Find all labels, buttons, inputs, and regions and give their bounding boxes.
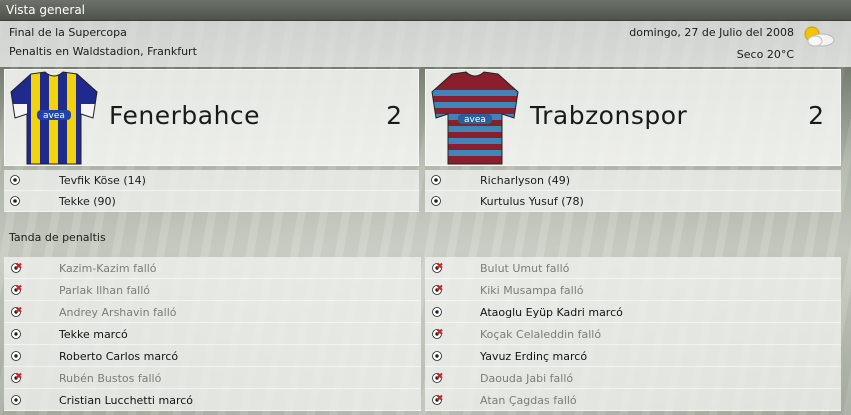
home-scorer[interactable]: Tekke (90) (59, 195, 116, 208)
date-label: domingo, 27 de Julio del 2008 (629, 26, 794, 39)
home-penalty-row: Parlak Ilhan falló (4, 279, 421, 301)
away-penalty-taker[interactable]: Kiki Musampa falló (480, 284, 584, 297)
away-penalty-taker[interactable]: Yavuz Erdinç marcó (480, 350, 587, 363)
away-scorer-row: Richarlyson (49) (425, 170, 841, 191)
goal-ball-icon (431, 196, 441, 206)
match-info-panel: Final de la Supercopa Penaltis en Waldst… (0, 21, 851, 67)
away-team-name[interactable]: Trabzonspor (530, 101, 687, 130)
svg-text:avea: avea (43, 111, 65, 121)
home-team-panel: avea Fenerbahce 2 Tevfik Köse (14) Tekke… (4, 69, 419, 214)
penalty-missed-icon (11, 372, 22, 383)
away-penalty-taker[interactable]: Ataoglu Eyüp Kadri marcó (480, 306, 623, 319)
penalty-scored-icon (11, 395, 21, 405)
penalty-missed-icon (432, 394, 443, 405)
home-shootout-list: Kazim-Kazim falló Parlak Ilhan falló Andre… (4, 257, 421, 411)
away-scorer[interactable]: Kurtulus Yusuf (78) (480, 195, 584, 208)
away-penalty-row: Kiki Musampa falló (425, 279, 841, 301)
goal-ball-icon (10, 175, 20, 185)
goal-ball-icon (431, 175, 441, 185)
home-team-header: avea Fenerbahce 2 (4, 69, 419, 166)
home-penalty-taker[interactable]: Kazim-Kazim falló (59, 262, 157, 275)
away-penalty-row: Ataoglu Eyüp Kadri marcó (425, 301, 841, 323)
window-title: Vista general (0, 0, 851, 21)
penalty-missed-icon (432, 328, 443, 339)
away-team-score: 2 (808, 101, 824, 130)
home-penalty-taker[interactable]: Parlak Ilhan falló (59, 284, 150, 297)
home-scorer[interactable]: Tevfik Köse (14) (59, 174, 146, 187)
away-penalty-row: Bulut Umut falló (425, 257, 841, 279)
away-penalty-taker[interactable]: Bulut Umut falló (480, 262, 569, 275)
penalty-missed-icon (11, 262, 22, 273)
home-penalty-row: Cristian Lucchetti marcó (4, 389, 421, 411)
away-scorer[interactable]: Richarlyson (49) (480, 174, 570, 187)
home-penalty-taker[interactable]: Rubén Bustos falló (59, 372, 161, 385)
home-penalty-row: Tekke marcó (4, 323, 421, 345)
shootout-title: Tanda de penaltis (9, 231, 106, 244)
partly-cloudy-icon (804, 26, 835, 47)
penalty-missed-icon (432, 372, 443, 383)
penalty-missed-icon (432, 262, 443, 273)
away-penalty-taker[interactable]: Atan Çagdas falló (480, 394, 577, 407)
away-penalty-row: Koçak Celaleddin falló (425, 323, 841, 345)
penalty-scored-icon (432, 351, 442, 361)
away-penalty-taker[interactable]: Daouda Jabi falló (480, 372, 573, 385)
home-penalty-taker[interactable]: Roberto Carlos marcó (59, 350, 178, 363)
home-penalty-row: Roberto Carlos marcó (4, 345, 421, 367)
away-penalty-taker[interactable]: Koçak Celaleddin falló (480, 328, 601, 341)
away-team-panel: avea Trabzonspor 2 Richarlyson (49) Kurt… (425, 69, 841, 214)
svg-text:avea: avea (464, 115, 486, 125)
home-penalty-row: Rubén Bustos falló (4, 367, 421, 389)
home-team-score: 2 (386, 101, 402, 130)
home-shirt-icon: avea (10, 71, 98, 165)
away-team-header: avea Trabzonspor 2 (425, 69, 841, 166)
competition-label: Final de la Supercopa (9, 26, 127, 39)
home-penalty-row: Andrey Arshavin falló (4, 301, 421, 323)
away-shirt-icon: avea (431, 71, 519, 165)
away-penalty-row: Yavuz Erdinç marcó (425, 345, 841, 367)
home-scorer-row: Tevfik Köse (14) (4, 170, 419, 191)
home-penalty-row: Kazim-Kazim falló (4, 257, 421, 279)
home-scorer-row: Tekke (90) (4, 191, 419, 212)
venue-label: Penaltis en Waldstadion, Frankfurt (9, 45, 197, 58)
away-penalty-row: Daouda Jabi falló (425, 367, 841, 389)
penalty-scored-icon (11, 329, 21, 339)
home-penalty-taker[interactable]: Tekke marcó (59, 328, 128, 341)
penalty-scored-icon (11, 351, 21, 361)
home-team-name[interactable]: Fenerbahce (109, 101, 260, 130)
penalty-missed-icon (11, 284, 22, 295)
goal-ball-icon (10, 196, 20, 206)
penalty-missed-icon (432, 284, 443, 295)
home-penalty-taker[interactable]: Andrey Arshavin falló (59, 306, 177, 319)
home-penalty-taker[interactable]: Cristian Lucchetti marcó (59, 394, 193, 407)
away-scorer-row: Kurtulus Yusuf (78) (425, 191, 841, 212)
away-shootout-list: Bulut Umut falló Kiki Musampa falló Ataogl… (425, 257, 841, 411)
penalty-missed-icon (11, 306, 22, 317)
penalty-scored-icon (432, 307, 442, 317)
away-penalty-row: Atan Çagdas falló (425, 389, 841, 411)
weather-label: Seco 20°C (736, 48, 794, 61)
